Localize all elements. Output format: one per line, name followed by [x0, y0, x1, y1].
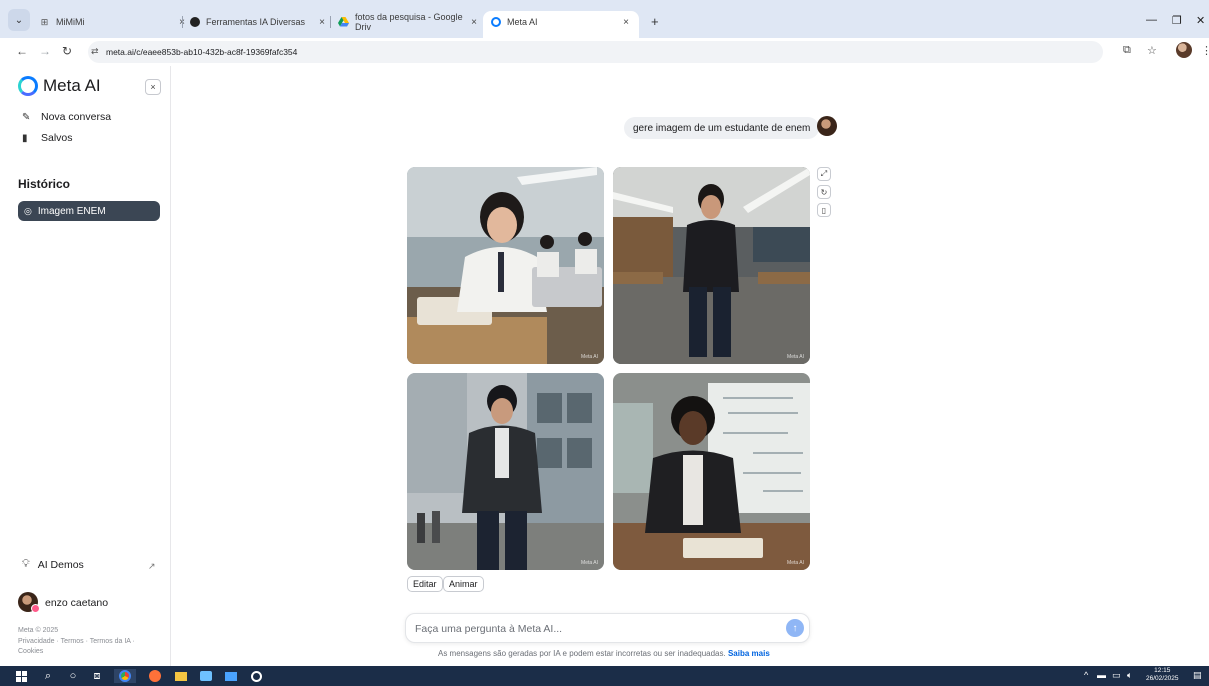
tab-meta-ai[interactable]: Meta AI ×	[490, 12, 633, 32]
grid-favicon-icon: ⊞	[40, 16, 49, 27]
file-explorer-icon[interactable]	[174, 669, 188, 683]
browser-menu-icon[interactable]: ⋮	[1201, 44, 1209, 57]
bookmark-icon: ▯	[821, 205, 827, 215]
user-name[interactable]: enzo caetano	[45, 597, 108, 609]
arrow-up-icon: ↑	[792, 622, 798, 634]
tab-separator	[330, 16, 331, 28]
close-window-icon[interactable]: ✕	[1196, 14, 1205, 27]
back-arrow-icon[interactable]: ←	[16, 44, 28, 58]
collapse-sidebar-button[interactable]: ×	[145, 79, 161, 95]
image-watermark: Meta AI	[787, 354, 804, 360]
user-message-bubble: gere imagem de um estudante de enem	[624, 117, 820, 139]
install-app-icon[interactable]: ⧉	[1123, 44, 1131, 57]
volume-muted-icon[interactable]: 🔈︎	[1127, 670, 1132, 681]
tray-expand-icon[interactable]: ^	[1084, 670, 1088, 680]
task-view-icon[interactable]: ⧈	[90, 669, 104, 683]
expand-image-button[interactable]: ⤢	[817, 167, 831, 181]
history-item-imagem-enem[interactable]: ◎ Imagem ENEM	[18, 201, 160, 221]
cortana-icon[interactable]: ○	[66, 669, 80, 683]
cookies-link[interactable]: Cookies	[18, 648, 43, 655]
generated-image-2[interactable]: Meta AI	[613, 167, 810, 364]
tab-search-dropdown-icon[interactable]: ⌄	[8, 9, 30, 31]
close-tab-icon[interactable]: ×	[623, 17, 629, 28]
generated-image-1[interactable]: Meta AI	[407, 167, 604, 364]
mail-icon[interactable]	[224, 669, 238, 683]
meta-ai-app-icon[interactable]	[249, 669, 263, 683]
firefox-taskbar-icon[interactable]	[148, 669, 162, 683]
generated-image-4[interactable]: Meta AI	[613, 373, 810, 570]
history-heading: Histórico	[18, 177, 71, 191]
chat-input-box	[405, 613, 810, 643]
paint-icon[interactable]	[199, 669, 213, 683]
meta-ai-logo-icon	[18, 76, 38, 96]
learn-more-link[interactable]: Saiba mais	[728, 649, 770, 658]
image-watermark: Meta AI	[787, 560, 804, 566]
image-watermark: Meta AI	[581, 354, 598, 360]
external-arrow-icon: ↗	[148, 561, 156, 571]
regenerate-button[interactable]: ↻	[817, 185, 831, 199]
edit-button[interactable]: Editar	[407, 576, 443, 592]
brand-title[interactable]: Meta AI	[43, 76, 101, 96]
chat-input[interactable]	[415, 621, 775, 637]
user-status-badge	[31, 604, 40, 613]
image-watermark: Meta AI	[581, 560, 598, 566]
generated-image-3[interactable]: Meta AI	[407, 373, 604, 570]
close-tab-icon[interactable]: ×	[319, 17, 325, 28]
reload-icon[interactable]: ↻	[62, 44, 72, 58]
forward-arrow-icon[interactable]: →	[39, 44, 51, 58]
copyright-text: Meta © 2025	[18, 627, 59, 634]
save-image-button[interactable]: ▯	[817, 203, 831, 217]
bookmark-icon: ▮	[22, 132, 28, 144]
google-drive-favicon-icon	[338, 17, 349, 28]
new-tab-button[interactable]: +	[651, 14, 659, 29]
windows-start-icon[interactable]	[14, 669, 28, 683]
bookmark-star-icon[interactable]: ☆	[1147, 44, 1157, 57]
tab-google-drive[interactable]: fotos da pesquisa - Google Driv ×	[338, 12, 481, 32]
animate-button[interactable]: Animar	[443, 576, 484, 592]
close-tab-icon[interactable]: ×	[471, 17, 477, 28]
network-icon[interactable]: ▬	[1097, 670, 1106, 680]
message-user-avatar	[817, 116, 837, 136]
tab-separator	[182, 16, 183, 28]
new-chat-link[interactable]: ✎ Nova conversa	[22, 111, 111, 123]
minimize-icon[interactable]: —	[1146, 14, 1157, 26]
taskbar-clock[interactable]: 12:15 26/02/2025	[1146, 667, 1179, 683]
notification-center-icon[interactable]: ▤	[1193, 670, 1202, 681]
refresh-icon: ↻	[820, 187, 828, 197]
legal-links[interactable]: Privacidade · Termos · Termos da IA ·	[18, 638, 135, 645]
chat-bubble-icon: ◎	[24, 205, 32, 216]
url-text[interactable]: meta.ai/c/eaee853b-ab10-432b-ac8f-19369f…	[106, 47, 297, 57]
restore-icon[interactable]: ❐	[1172, 14, 1182, 27]
edit-icon: ✎	[22, 111, 31, 123]
tab-mimimi[interactable]: ⊞ MiMiMi ×	[39, 12, 189, 32]
ai-disclaimer: As mensagens são geradas por IA e podem …	[438, 649, 770, 658]
send-button[interactable]: ↑	[786, 619, 804, 637]
expand-icon: ⤢	[820, 169, 828, 178]
meta-ai-favicon-icon	[490, 17, 501, 28]
sidebar	[0, 66, 171, 666]
tab-ferramentas[interactable]: Ferramentas IA Diversas ×	[189, 12, 329, 32]
search-icon[interactable]: ⌕	[41, 669, 55, 683]
chrome-taskbar-icon[interactable]	[114, 669, 136, 683]
site-settings-icon[interactable]: ⇄	[91, 46, 99, 57]
ai-demos-link[interactable]: 💡︎ AI Demos	[22, 558, 84, 571]
battery-icon[interactable]: ▭	[1112, 670, 1121, 681]
openai-favicon-icon	[189, 17, 200, 28]
lightbulb-icon: 💡︎	[22, 558, 30, 570]
saved-link[interactable]: ▮ Salvos	[22, 132, 73, 144]
profile-avatar[interactable]	[1176, 42, 1192, 58]
close-icon: ×	[150, 82, 156, 92]
